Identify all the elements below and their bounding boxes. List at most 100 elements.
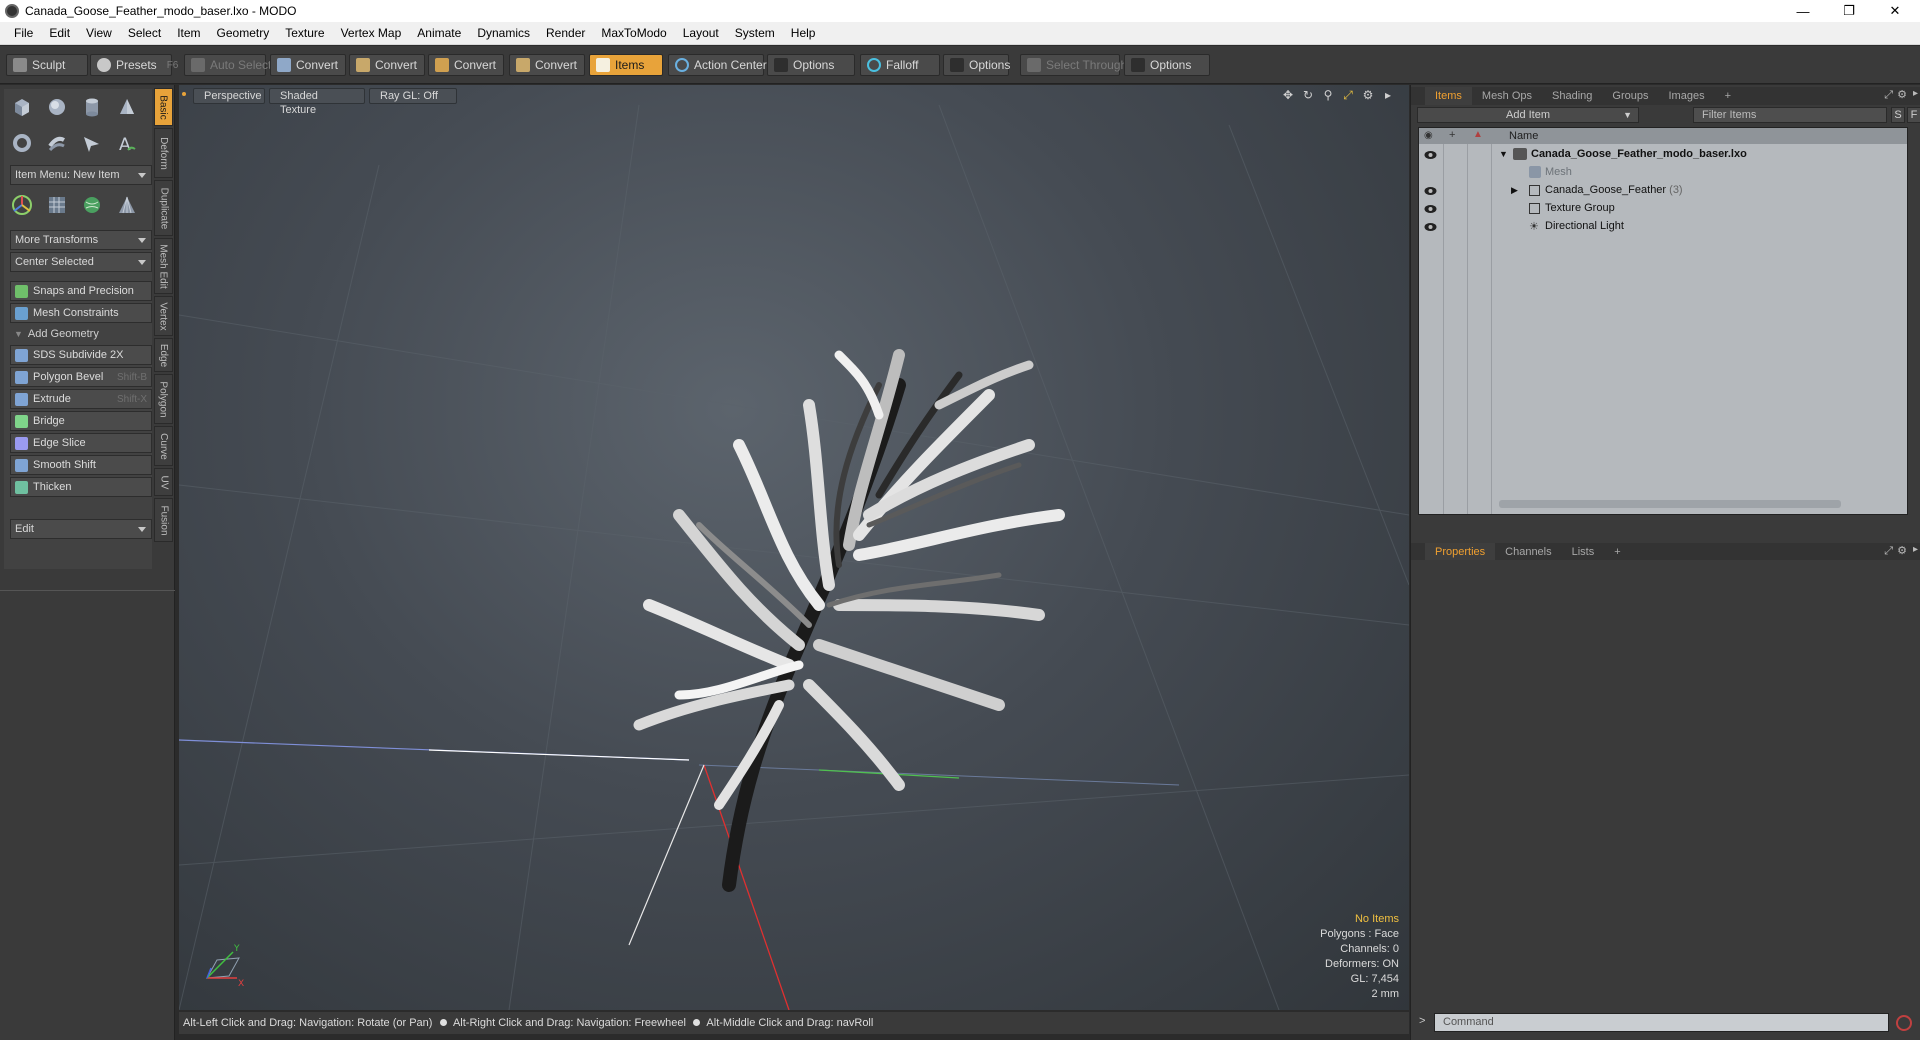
tab-lists[interactable]: Lists <box>1562 543 1605 561</box>
vtab-basic[interactable]: Basic <box>154 88 173 126</box>
command-input[interactable]: Command <box>1434 1013 1889 1032</box>
horizontal-scrollbar[interactable] <box>1499 500 1841 508</box>
expand-arrow-icon[interactable]: ▶ <box>1511 185 1518 196</box>
tree-row-mesh[interactable]: Mesh <box>1419 164 1907 182</box>
expand-panel-icon[interactable]: ⤢ <box>1884 545 1893 558</box>
falloff-button[interactable]: Falloff <box>860 54 940 76</box>
perspective-button[interactable]: Perspective <box>193 88 265 104</box>
viewport-settings-icon[interactable]: ⚙ <box>1361 88 1375 102</box>
select-through-button[interactable]: Select Through <box>1020 54 1127 76</box>
vtab-fusion[interactable]: Fusion <box>154 498 173 542</box>
menu-view[interactable]: View <box>78 22 120 45</box>
panel-menu-icon[interactable]: ▸ <box>1913 88 1918 99</box>
menu-geometry[interactable]: Geometry <box>209 22 278 45</box>
expand-arrow-icon[interactable]: ▼ <box>1499 149 1508 159</box>
viewport-menu-dot[interactable] <box>182 92 186 96</box>
viewport-expand-icon[interactable]: ▸ <box>1381 88 1395 102</box>
auto-select-button[interactable]: Auto Select <box>184 54 271 76</box>
eye-icon[interactable] <box>1424 203 1437 215</box>
add-tab-button[interactable]: + <box>1715 87 1741 105</box>
convert-button-4[interactable]: Convert <box>509 54 585 76</box>
item-menu-dropdown[interactable]: Item Menu: New Item <box>10 165 152 185</box>
capsule-icon[interactable] <box>41 127 73 159</box>
tool-sds-subdivide[interactable]: SDS Subdivide 2X <box>10 345 152 365</box>
zoom-view-icon[interactable]: ⚲ <box>1321 88 1335 102</box>
menu-texture[interactable]: Texture <box>277 22 332 45</box>
menu-system[interactable]: System <box>727 22 783 45</box>
3d-viewport[interactable]: Perspective Shaded Texture Ray GL: Off ✥… <box>179 85 1409 1010</box>
edit-dropdown[interactable]: Edit <box>10 519 152 539</box>
raygl-button[interactable]: Ray GL: Off <box>369 88 457 104</box>
menu-edit[interactable]: Edit <box>41 22 78 45</box>
fit-view-icon[interactable]: ⤢ <box>1341 88 1355 102</box>
options-button-3[interactable]: Options <box>1124 54 1210 76</box>
vtab-polygon[interactable]: Polygon <box>154 374 173 424</box>
menu-maxtomodo[interactable]: MaxToModo <box>593 22 674 45</box>
transform-icon[interactable] <box>6 189 38 221</box>
sphere-icon[interactable] <box>41 91 73 123</box>
tab-channels[interactable]: Channels <box>1495 543 1561 561</box>
sculpt-button[interactable]: Sculpt <box>6 54 88 76</box>
add-geometry-section[interactable]: ▼ Add Geometry <box>10 325 152 343</box>
filter-s-button[interactable]: S <box>1891 107 1905 123</box>
move-view-icon[interactable]: ✥ <box>1281 88 1295 102</box>
menu-dynamics[interactable]: Dynamics <box>469 22 538 45</box>
tool-smooth-shift[interactable]: Smooth Shift <box>10 455 152 475</box>
menu-item[interactable]: Item <box>169 22 208 45</box>
eye-icon[interactable] <box>1424 221 1437 233</box>
options-button-1[interactable]: Options <box>767 54 855 76</box>
vertical-scrollbar[interactable] <box>1909 127 1915 515</box>
presets-button[interactable]: Presets F6 <box>90 54 178 76</box>
more-transforms-dropdown[interactable]: More Transforms <box>10 230 152 250</box>
column-name[interactable]: Name <box>1509 130 1538 142</box>
eye-icon[interactable] <box>1424 149 1437 161</box>
panel-settings-icon[interactable]: ⚙ <box>1897 88 1907 101</box>
cube-icon[interactable] <box>6 91 38 123</box>
close-button[interactable]: ✕ <box>1872 0 1918 22</box>
tool-edge-slice[interactable]: Edge Slice <box>10 433 152 453</box>
convert-button-3[interactable]: Convert <box>428 54 504 76</box>
tab-images[interactable]: Images <box>1659 87 1715 105</box>
grid-icon[interactable] <box>41 189 73 221</box>
vtab-edge[interactable]: Edge <box>154 338 173 372</box>
tool-bridge[interactable]: Bridge <box>10 411 152 431</box>
menu-animate[interactable]: Animate <box>409 22 469 45</box>
filter-f-button[interactable]: F <box>1907 107 1920 123</box>
pen-tool-icon[interactable] <box>76 127 108 159</box>
cylinder-icon[interactable] <box>76 91 108 123</box>
options-button-2[interactable]: Options <box>943 54 1010 76</box>
vtab-curve[interactable]: Curve <box>154 426 173 466</box>
vtab-deform[interactable]: Deform <box>154 128 173 178</box>
globe-icon[interactable] <box>76 189 108 221</box>
shading-button[interactable]: Shaded Texture <box>269 88 365 116</box>
eye-icon[interactable] <box>1424 185 1437 197</box>
cone-icon[interactable] <box>111 91 143 123</box>
record-icon[interactable] <box>1896 1015 1912 1031</box>
panel-settings-icon[interactable]: ⚙ <box>1897 544 1907 557</box>
vtab-uv[interactable]: UV <box>154 468 173 496</box>
tab-groups[interactable]: Groups <box>1602 87 1658 105</box>
action-center-button[interactable]: Action Center <box>668 54 767 76</box>
vtab-vertex[interactable]: Vertex <box>154 296 173 336</box>
tab-shading[interactable]: Shading <box>1542 87 1602 105</box>
menu-vertex-map[interactable]: Vertex Map <box>333 22 410 45</box>
tree-row-texture-group[interactable]: Texture Group <box>1419 200 1907 218</box>
minimize-button[interactable]: — <box>1780 0 1826 22</box>
tree-row-feather[interactable]: ▶ Canada_Goose_Feather (3) <box>1419 182 1907 200</box>
add-item-dropdown[interactable]: Add Item ▼ <box>1417 107 1639 123</box>
tool-extrude[interactable]: Extrude Shift-X <box>10 389 152 409</box>
center-selected-dropdown[interactable]: Center Selected <box>10 252 152 272</box>
text-tool-icon[interactable]: A <box>111 127 143 159</box>
tab-properties[interactable]: Properties <box>1425 543 1496 561</box>
snaps-precision-button[interactable]: Snaps and Precision <box>10 281 152 301</box>
mesh-constraints-button[interactable]: Mesh Constraints <box>10 303 152 323</box>
tool-thicken[interactable]: Thicken <box>10 477 152 497</box>
panel-menu-icon[interactable]: ▸ <box>1913 544 1918 555</box>
add-tab-button[interactable]: + <box>1604 543 1630 561</box>
menu-help[interactable]: Help <box>783 22 824 45</box>
restore-button[interactable]: ❐ <box>1826 0 1872 22</box>
tool-polygon-bevel[interactable]: Polygon Bevel Shift-B <box>10 367 152 387</box>
filter-items-input[interactable]: Filter Items <box>1693 107 1887 123</box>
tree-row-directional-light[interactable]: ☀ Directional Light <box>1419 218 1907 236</box>
torus-icon[interactable] <box>6 127 38 159</box>
